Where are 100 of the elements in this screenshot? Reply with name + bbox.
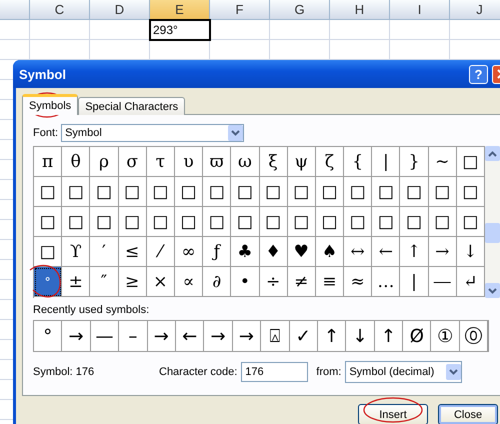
symbol-cell[interactable]: □ [456, 147, 485, 177]
column-header[interactable]: F [210, 0, 270, 20]
symbol-cell[interactable]: ∞ [174, 237, 204, 267]
symbol-cell[interactable]: ↔ [344, 237, 372, 267]
symbol-cell[interactable]: } [400, 147, 429, 177]
symbol-cell[interactable]: □ [260, 177, 288, 207]
symbol-cell[interactable]: ≠ [288, 267, 316, 297]
symbol-cell[interactable]: □ [456, 207, 485, 237]
column-header[interactable]: J [450, 0, 500, 20]
close-dialog-button[interactable]: Close [438, 404, 498, 424]
symbol-cell[interactable]: ♣ [231, 237, 260, 267]
symbol-cell[interactable]: □ [62, 177, 90, 207]
symbol-cell[interactable]: ↵ [456, 267, 485, 297]
symbol-cell[interactable]: { [344, 147, 372, 177]
symbol-cell[interactable]: □ [316, 207, 344, 237]
symbol-cell[interactable]: ζ [316, 147, 344, 177]
symbol-cell[interactable]: □ [203, 177, 232, 207]
symbol-cell[interactable]: □ [203, 207, 232, 237]
from-dropdown[interactable]: Symbol (decimal) [345, 361, 462, 383]
symbol-cell[interactable]: ϖ [203, 147, 232, 177]
active-cell[interactable]: 293° [149, 19, 211, 41]
symbol-cell[interactable]: ― [428, 267, 457, 297]
symbol-cell[interactable]: ← [372, 237, 400, 267]
insert-button[interactable]: Insert [358, 404, 428, 424]
symbol-cell[interactable]: ψ [288, 147, 316, 177]
symbol-cell[interactable]: ≥ [118, 267, 147, 297]
symbol-cell[interactable]: □ [231, 207, 260, 237]
symbol-cell[interactable]: θ [62, 147, 90, 177]
recent-symbol[interactable]: → [148, 321, 176, 351]
symbol-cell[interactable]: ∝ [174, 267, 204, 297]
scroll-thumb[interactable] [485, 223, 500, 243]
symbol-cell[interactable]: □ [288, 207, 316, 237]
symbol-cell[interactable]: □ [372, 207, 400, 237]
column-header[interactable]: H [330, 0, 390, 20]
symbol-cell[interactable]: • [231, 267, 260, 297]
symbol-cell[interactable]: ∂ [203, 267, 232, 297]
symbol-cell[interactable]: □ [146, 177, 175, 207]
symbol-cell[interactable]: □ [90, 207, 119, 237]
symbol-cell[interactable]: □ [34, 207, 62, 237]
symbol-cell[interactable]: | [400, 267, 429, 297]
symbol-cell[interactable]: ≡ [316, 267, 344, 297]
symbol-cell[interactable]: □ [118, 177, 147, 207]
symbol-cell[interactable]: π [34, 147, 62, 177]
column-header[interactable]: C [30, 0, 90, 20]
symbol-cell[interactable]: □ [400, 177, 429, 207]
symbol-cell[interactable]: ϒ [62, 237, 90, 267]
symbol-cell[interactable]: σ [118, 147, 147, 177]
symbol-cell[interactable]: □ [428, 207, 457, 237]
symbol-cell[interactable]: □ [34, 237, 62, 267]
symbol-cell[interactable]: ω [231, 147, 260, 177]
symbol-cell[interactable]: □ [428, 177, 457, 207]
symbol-cell[interactable]: υ [174, 147, 204, 177]
symbol-cell[interactable]: □ [344, 207, 372, 237]
tab[interactable]: Symbols [22, 94, 78, 115]
symbol-cell[interactable]: □ [316, 177, 344, 207]
symbol-cell[interactable]: □ [400, 207, 429, 237]
symbol-cell[interactable]: □ [344, 177, 372, 207]
font-dropdown[interactable]: Symbol [61, 124, 244, 142]
symbol-cell[interactable]: □ [174, 207, 204, 237]
symbol-cell[interactable]: … [372, 267, 400, 297]
column-header[interactable]: D [90, 0, 150, 20]
tab[interactable]: Special Characters [78, 97, 186, 115]
symbol-cell[interactable]: ♥ [288, 237, 316, 267]
symbol-cell[interactable]: ♠ [316, 237, 344, 267]
symbol-cell[interactable]: ″ [90, 267, 119, 297]
symbol-cell[interactable]: □ [231, 177, 260, 207]
symbol-cell[interactable]: × [146, 267, 175, 297]
symbol-cell[interactable]: ÷ [260, 267, 288, 297]
recent-symbol[interactable]: ↑ [374, 321, 404, 351]
symbol-cell[interactable]: → [428, 237, 457, 267]
column-header[interactable]: E [150, 0, 210, 20]
symbol-cell[interactable]: ⁄ [146, 237, 175, 267]
symbol-cell[interactable]: ° [34, 267, 62, 297]
symbol-cell[interactable]: □ [174, 177, 204, 207]
symbol-cell[interactable]: □ [62, 207, 90, 237]
recent-symbol[interactable]: ✓ [290, 321, 318, 351]
scrollbar[interactable] [485, 146, 500, 298]
symbol-cell[interactable]: τ [146, 147, 175, 177]
symbol-cell[interactable]: ƒ [203, 237, 232, 267]
symbol-cell[interactable]: □ [34, 177, 62, 207]
symbol-cell[interactable]: ξ [260, 147, 288, 177]
symbol-cell[interactable]: ~ [428, 147, 457, 177]
recent-symbol[interactable]: → [232, 321, 262, 351]
symbol-cell[interactable]: ′ [90, 237, 119, 267]
column-header[interactable]: I [390, 0, 450, 20]
symbol-cell[interactable]: □ [146, 207, 175, 237]
symbol-cell[interactable]: ≈ [344, 267, 372, 297]
symbol-cell[interactable]: | [372, 147, 400, 177]
symbol-cell[interactable]: ≤ [118, 237, 147, 267]
symbol-cell[interactable]: □ [372, 177, 400, 207]
symbol-cell[interactable]: □ [118, 207, 147, 237]
scroll-up-icon[interactable] [485, 146, 500, 161]
symbol-cell[interactable]: □ [90, 177, 119, 207]
symbol-cell[interactable]: ↓ [456, 237, 485, 267]
column-header[interactable]: G [270, 0, 330, 20]
symbol-cell[interactable]: ± [62, 267, 90, 297]
symbol-cell[interactable]: ♦ [260, 237, 288, 267]
symbol-cell[interactable]: ↑ [400, 237, 429, 267]
help-button[interactable]: ? [469, 64, 488, 84]
character-code-field[interactable]: 176 [241, 362, 308, 382]
